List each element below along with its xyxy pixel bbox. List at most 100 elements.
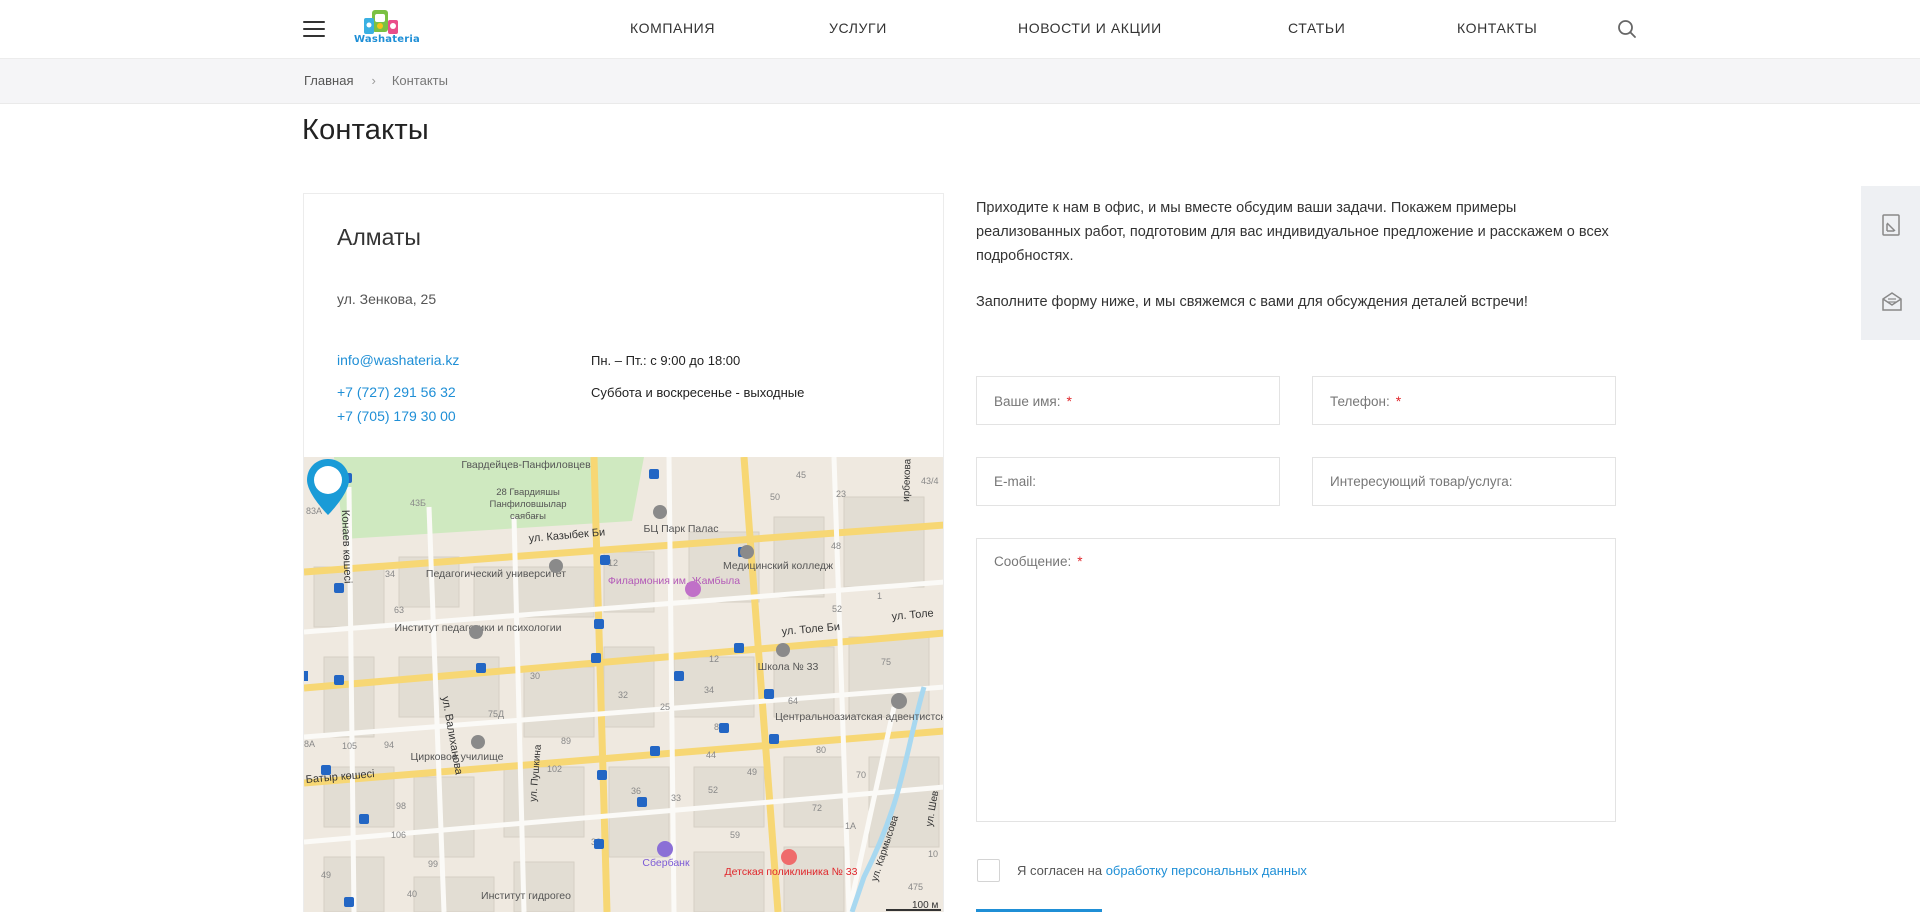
- message-placeholder: Сообщение: *: [994, 554, 1083, 569]
- svg-text:63: 63: [394, 605, 404, 615]
- privacy-policy-link[interactable]: обработку персональных данных: [1106, 863, 1307, 878]
- city-name: Алматы: [337, 224, 421, 250]
- map-canvas: ул. Казыбек Би ул. Толе Би ул. Толе ул. …: [304, 457, 944, 912]
- svg-text:Конаев көшесі: Конаев көшесі: [339, 510, 354, 584]
- svg-text:59: 59: [730, 830, 740, 840]
- svg-text:Институт гидрогео: Институт гидрогео: [481, 890, 571, 902]
- svg-text:64: 64: [788, 696, 798, 706]
- svg-text:75Д: 75Д: [488, 709, 504, 719]
- svg-text:50: 50: [770, 492, 780, 502]
- svg-text:саябағы: саябағы: [510, 511, 546, 522]
- nav-news[interactable]: НОВОСТИ И АКЦИИ: [1018, 20, 1162, 36]
- breadcrumb: Главная › Контакты: [304, 73, 448, 88]
- breadcrumb-bar: Главная › Контакты: [0, 59, 1920, 104]
- svg-text:99: 99: [428, 859, 438, 869]
- svg-text:40: 40: [407, 889, 417, 899]
- weekday-hours: Пн. – Пт.: с 9:00 до 18:00: [591, 353, 741, 368]
- contact-email-link[interactable]: info@washateria.kz: [337, 352, 459, 368]
- svg-text:34: 34: [385, 569, 395, 579]
- svg-text:Педагогический университет: Педагогический университет: [426, 568, 566, 580]
- nav-articles[interactable]: СТАТЬИ: [1288, 20, 1345, 36]
- breadcrumb-current: Контакты: [391, 73, 448, 88]
- product-placeholder: Интересующий товар/услуга:: [1330, 474, 1513, 489]
- site-header: Washateria КОМПАНИЯ УСЛУГИ НОВОСТИ И АКЦ…: [0, 0, 1920, 59]
- side-mail-button[interactable]: [1861, 263, 1920, 340]
- phone-field[interactable]: Телефон: *: [1312, 376, 1616, 425]
- svg-text:8А: 8А: [304, 739, 315, 749]
- name-placeholder: Ваше имя: *: [994, 393, 1072, 409]
- product-field[interactable]: Интересующий товар/услуга:: [1312, 457, 1616, 506]
- svg-text:Филармония им. Жамбыла: Филармония им. Жамбыла: [608, 575, 740, 587]
- svg-text:106: 106: [391, 830, 406, 840]
- svg-text:1: 1: [877, 591, 882, 601]
- message-field[interactable]: Сообщение: *: [976, 538, 1616, 822]
- svg-text:70: 70: [856, 770, 866, 780]
- svg-text:94: 94: [384, 740, 394, 750]
- email-placeholder: E-mail:: [994, 474, 1037, 489]
- email-field[interactable]: E-mail:: [976, 457, 1280, 506]
- svg-text:ирбекова: ирбекова: [900, 458, 914, 502]
- svg-text:49: 49: [747, 767, 757, 777]
- weekend-hours: Суббота и воскресенье - выходные: [591, 385, 805, 400]
- document-icon: [1882, 214, 1900, 236]
- contact-phone-2-link[interactable]: +7 (705) 179 30 00: [337, 408, 456, 424]
- svg-text:34: 34: [704, 685, 714, 695]
- svg-text:10: 10: [928, 849, 938, 859]
- svg-text:Детская поликлиника № 33: Детская поликлиника № 33: [725, 866, 858, 878]
- svg-text:Цирковое училище: Цирковое училище: [410, 751, 503, 763]
- consent-label: Я согласен на обработку персональных дан…: [1017, 863, 1307, 878]
- svg-text:1А: 1А: [845, 821, 856, 831]
- page-title: Контакты: [302, 114, 429, 146]
- nav-company[interactable]: КОМПАНИЯ: [630, 20, 715, 36]
- svg-text:36: 36: [631, 786, 641, 796]
- svg-text:45: 45: [796, 470, 806, 480]
- search-icon[interactable]: [1617, 19, 1637, 39]
- svg-text:Школа № 33: Школа № 33: [758, 661, 819, 673]
- svg-text:32: 32: [618, 690, 628, 700]
- svg-text:Сбербанк: Сбербанк: [642, 857, 690, 869]
- intro-text: Приходите к нам в офис, и мы вместе обсу…: [976, 200, 1609, 264]
- svg-text:75: 75: [881, 657, 891, 667]
- svg-text:Медицинский колледж: Медицинский колледж: [723, 560, 833, 572]
- chevron-right-icon: ›: [371, 73, 376, 88]
- svg-text:98: 98: [396, 801, 406, 811]
- svg-text:80: 80: [816, 745, 826, 755]
- phone-placeholder: Телефон: *: [1330, 393, 1402, 409]
- logo-wordmark: Washateria: [354, 34, 420, 45]
- svg-text:ул. Толе: ул. Толе: [891, 607, 934, 623]
- consent-checkbox[interactable]: [977, 859, 1000, 882]
- svg-text:28 Гвардияшы: 28 Гвардияшы: [496, 487, 560, 498]
- mail-icon: [1882, 292, 1902, 311]
- svg-text:52: 52: [708, 785, 718, 795]
- name-field[interactable]: Ваше имя: *: [976, 376, 1280, 425]
- map-pin-icon[interactable]: [304, 457, 352, 517]
- form-intro-text: Заполните форму ниже, и мы свяжемся с ва…: [976, 294, 1528, 310]
- contact-phone-1-link[interactable]: +7 (727) 291 56 32: [337, 384, 456, 400]
- breadcrumb-home[interactable]: Главная: [304, 73, 353, 88]
- nav-contacts[interactable]: КОНТАКТЫ: [1457, 20, 1537, 36]
- svg-text:475: 475: [908, 882, 923, 892]
- svg-text:43/4: 43/4: [921, 476, 939, 486]
- office-address: ул. Зенкова, 25: [337, 291, 437, 307]
- svg-text:44: 44: [706, 750, 716, 760]
- svg-text:Центральноазиатская адвентистс: Центральноазиатская адвентистская семина…: [775, 711, 944, 723]
- svg-text:ул. Толе Би: ул. Толе Би: [781, 621, 840, 638]
- svg-text:23: 23: [836, 489, 846, 499]
- svg-text:Панфиловшылар: Панфиловшылар: [489, 499, 566, 510]
- svg-text:30: 30: [530, 671, 540, 681]
- contact-card: Алматы ул. Зенкова, 25 info@washateria.k…: [303, 193, 944, 457]
- svg-text:25: 25: [660, 702, 670, 712]
- svg-text:48: 48: [831, 541, 841, 551]
- svg-text:52: 52: [832, 604, 842, 614]
- svg-text:105: 105: [342, 741, 357, 751]
- side-document-button[interactable]: [1861, 186, 1920, 263]
- office-map[interactable]: ул. Казыбек Би ул. Толе Би ул. Толе ул. …: [303, 457, 944, 912]
- svg-text:72: 72: [812, 803, 822, 813]
- svg-text:33: 33: [671, 793, 681, 803]
- svg-text:12: 12: [709, 654, 719, 664]
- svg-text:Гвардейцев-Панфиловцев: Гвардейцев-Панфиловцев: [461, 459, 591, 471]
- svg-text:89: 89: [561, 736, 571, 746]
- svg-text:БЦ Парк Палас: БЦ Парк Палас: [644, 523, 719, 535]
- menu-icon[interactable]: [303, 21, 325, 37]
- nav-services[interactable]: УСЛУГИ: [829, 20, 887, 36]
